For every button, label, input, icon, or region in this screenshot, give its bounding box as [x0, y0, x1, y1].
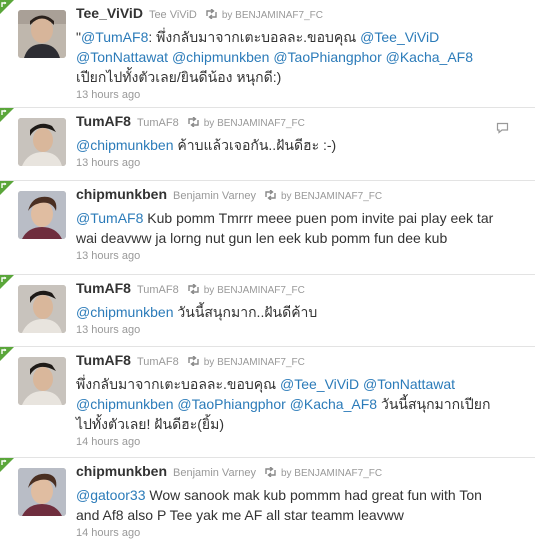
mention-link[interactable]: @Kacha_AF8 [386, 49, 473, 65]
tweet-text: "@TumAF8: พึ่งกลับมาจากเตะบอลละ.ขอบคุณ @… [76, 27, 495, 87]
mention-link[interactable]: @Tee_ViViD [280, 376, 359, 392]
username[interactable]: Benjamin Varney [173, 467, 256, 479]
username[interactable]: Tee ViViD [149, 9, 197, 21]
username[interactable]: TumAF8 [137, 284, 179, 296]
display-name[interactable]: TumAF8 [76, 280, 131, 296]
tweet-text-segment: วันนี้สนุกมาก..ฝันดีค้าบ [173, 304, 318, 320]
username[interactable]: TumAF8 [137, 117, 179, 129]
retweeted-by[interactable]: by BENJAMINAF7_FC [204, 285, 305, 296]
retweet-icon [265, 190, 276, 200]
retweet-corner-icon [0, 275, 14, 289]
avatar[interactable] [18, 118, 66, 166]
mention-link[interactable]: @chipmunkben [76, 304, 174, 320]
mention-link[interactable]: @gatoor33 [76, 487, 145, 503]
display-name[interactable]: chipmunkben [76, 186, 167, 202]
mention-link[interactable]: @TaoPhiangphor [177, 396, 285, 412]
tweet-text-segment: พึ่งกลับมาจากเตะบอลละ.ขอบคุณ [76, 376, 281, 392]
mention-link[interactable]: @TumAF8 [81, 29, 148, 45]
username[interactable]: TumAF8 [137, 356, 179, 368]
retweeted-by[interactable]: by BENJAMINAF7_FC [204, 357, 305, 368]
tweet-item[interactable]: TumAF8 TumAF8 by BENJAMINAF7_FC พึ่งกลับมา… [0, 347, 535, 458]
retweet-icon [188, 284, 199, 294]
mention-link[interactable]: @chipmunkben [76, 396, 174, 412]
timestamp[interactable]: 13 hours ago [76, 157, 495, 169]
username[interactable]: Benjamin Varney [173, 190, 256, 202]
mention-link[interactable]: @TumAF8 [76, 210, 143, 226]
retweeted-by[interactable]: by BENJAMINAF7_FC [281, 191, 382, 202]
display-name[interactable]: Tee_ViViD [76, 5, 143, 21]
display-name[interactable]: TumAF8 [76, 113, 131, 129]
tweet-text: @gatoor33 Wow sanook mak kub pommm had g… [76, 485, 495, 525]
mention-link[interactable]: @TaoPhiangphor [273, 49, 381, 65]
retweet-corner-icon [0, 181, 14, 195]
tweet-content: TumAF8 TumAF8 by BENJAMINAF7_FC @chipmunkb… [76, 112, 495, 169]
reply-icon[interactable] [496, 122, 509, 134]
tweet-content: chipmunkben Benjamin Varney by BENJAMINAF7… [76, 462, 495, 539]
tweet-text-segment: เปียกไปทั้งตัวเลย/ยินดีน้อง หนุกดี:) [76, 69, 282, 85]
mention-link[interactable]: @chipmunkben [76, 137, 174, 153]
retweet-corner-icon [0, 347, 14, 361]
tweet-text: @TumAF8 Kub pomm Tmrrr meee puen pom inv… [76, 208, 495, 248]
tweet-item[interactable]: Tee_ViViD Tee ViViD by BENJAMINAF7_FC "@Tu… [0, 0, 535, 108]
tweet-content: chipmunkben Benjamin Varney by BENJAMINAF7… [76, 185, 495, 262]
avatar[interactable] [18, 10, 66, 58]
mention-link[interactable]: @TonNattawat [363, 376, 455, 392]
tweet-item[interactable]: chipmunkben Benjamin Varney by BENJAMINAF7… [0, 458, 535, 548]
timestamp[interactable]: 13 hours ago [76, 324, 495, 336]
tweet-content: Tee_ViViD Tee ViViD by BENJAMINAF7_FC "@Tu… [76, 4, 495, 101]
tweet-content: TumAF8 TumAF8 by BENJAMINAF7_FC พึ่งกลับมา… [76, 351, 495, 448]
retweet-corner-icon [0, 108, 14, 122]
tweet-text: พึ่งกลับมาจากเตะบอลละ.ขอบคุณ @Tee_ViViD … [76, 374, 495, 434]
retweet-corner-icon [0, 0, 14, 14]
mention-link[interactable]: @TonNattawat [76, 49, 168, 65]
retweeted-by[interactable]: by BENJAMINAF7_FC [222, 10, 323, 21]
retweeted-by[interactable]: by BENJAMINAF7_FC [204, 118, 305, 129]
mention-link[interactable]: @Tee_ViViD [360, 29, 439, 45]
retweet-corner-icon [0, 458, 14, 472]
retweet-icon [188, 356, 199, 366]
timestamp[interactable]: 14 hours ago [76, 527, 495, 539]
tweet-item[interactable]: chipmunkben Benjamin Varney by BENJAMINAF7… [0, 181, 535, 275]
display-name[interactable]: chipmunkben [76, 463, 167, 479]
avatar[interactable] [18, 285, 66, 333]
timestamp[interactable]: 13 hours ago [76, 250, 495, 262]
timeline: Tee_ViViD Tee ViViD by BENJAMINAF7_FC "@Tu… [0, 0, 535, 548]
timestamp[interactable]: 14 hours ago [76, 436, 495, 448]
tweet-item[interactable]: TumAF8 TumAF8 by BENJAMINAF7_FC @chipmunkb… [0, 275, 535, 347]
tweet-text-segment: : พึ่งกลับมาจากเตะบอลละ.ขอบคุณ [148, 29, 361, 45]
mention-link[interactable]: @chipmunkben [172, 49, 270, 65]
tweet-text-segment: ค้าบแล้วเจอกัน..ฝันดีฮะ :-) [173, 137, 337, 153]
avatar[interactable] [18, 468, 66, 516]
avatar[interactable] [18, 191, 66, 239]
mention-link[interactable]: @Kacha_AF8 [290, 396, 377, 412]
retweet-icon [188, 117, 199, 127]
retweet-icon [265, 467, 276, 477]
tweet-text: @chipmunkben วันนี้สนุกมาก..ฝันดีค้าบ [76, 302, 495, 322]
retweeted-by[interactable]: by BENJAMINAF7_FC [281, 468, 382, 479]
tweet-text: @chipmunkben ค้าบแล้วเจอกัน..ฝันดีฮะ :-) [76, 135, 495, 155]
display-name[interactable]: TumAF8 [76, 352, 131, 368]
avatar[interactable] [18, 357, 66, 405]
tweet-item[interactable]: TumAF8 TumAF8 by BENJAMINAF7_FC @chipmunkb… [0, 108, 535, 181]
timestamp[interactable]: 13 hours ago [76, 89, 495, 101]
tweet-content: TumAF8 TumAF8 by BENJAMINAF7_FC @chipmunkb… [76, 279, 495, 336]
retweet-icon [206, 9, 217, 19]
